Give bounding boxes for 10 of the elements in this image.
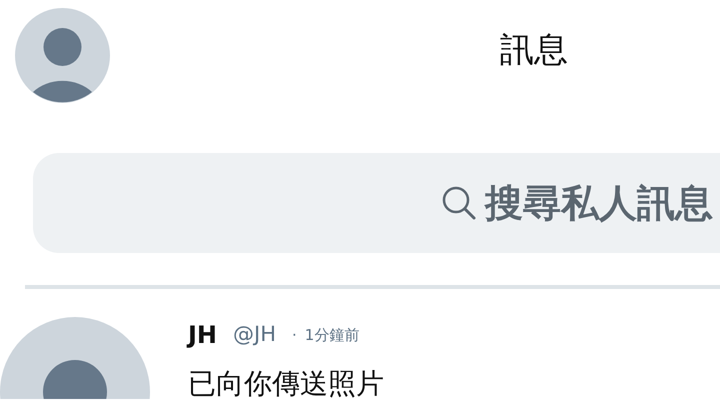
sender-handle: @JH: [233, 321, 276, 348]
avatar-icon[interactable]: [15, 8, 110, 103]
search-icon: [441, 185, 477, 221]
message-preview: 已向你傳送照片: [188, 369, 384, 400]
search-field[interactable]: 搜尋私人訊息: [33, 153, 720, 253]
page-title: 訊息: [500, 30, 568, 71]
message-time: 1分鐘前: [304, 324, 360, 346]
separator-dot: ·: [292, 324, 297, 346]
avatar-icon[interactable]: [0, 317, 150, 399]
sender-name: JH: [188, 320, 218, 351]
